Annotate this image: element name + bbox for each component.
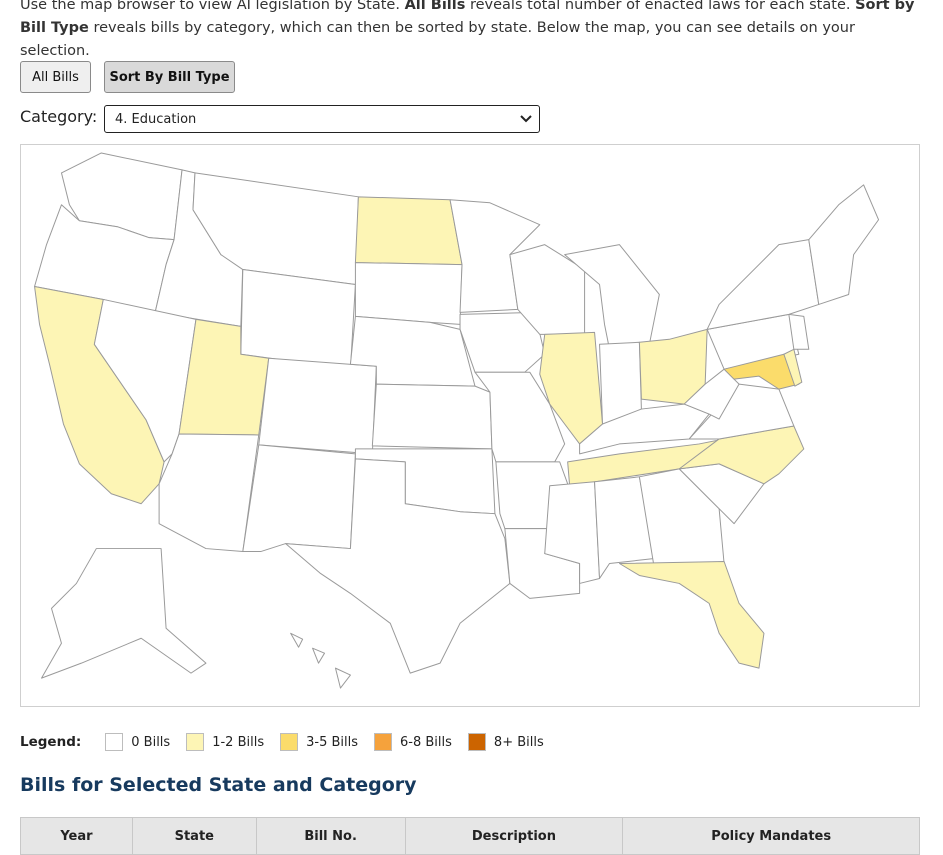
section-title: Bills for Selected State and Category (20, 774, 417, 796)
legend-swatch (374, 733, 393, 751)
state-wyoming[interactable] (240, 269, 356, 370)
chevron-down-icon (520, 115, 532, 123)
intro-text: Use the map browser to view AI legislati… (20, 0, 920, 63)
all-bills-button[interactable]: All Bills (20, 61, 91, 93)
state-new-mexico[interactable] (242, 444, 356, 553)
legend-label: 1-2 Bills (212, 734, 265, 750)
legend-swatch (105, 733, 124, 751)
state-south-dakota[interactable] (354, 262, 463, 325)
legend-label: 6-8 Bills (400, 734, 452, 750)
legend-swatch (467, 733, 486, 751)
category-selected-value: 4. Education (115, 111, 197, 127)
state-kansas[interactable] (371, 383, 493, 450)
legend-item: 3-5 Bills (280, 733, 358, 751)
category-label: Category: (20, 107, 98, 126)
legend-title: Legend: (20, 734, 82, 750)
state-hawaii[interactable] (290, 632, 351, 689)
intro-part: Use the map browser to view AI legislati… (20, 0, 405, 13)
legend-label: 3-5 Bills (306, 734, 359, 750)
sort-by-bill-type-button[interactable]: Sort By Bill Type (104, 61, 235, 93)
legend-item: 0 Bills (105, 733, 170, 751)
bills-table: Year State Bill No. Description Policy M… (20, 817, 920, 855)
category-select[interactable]: 4. Education (104, 105, 540, 133)
legend-label: 8+ Bills (493, 734, 544, 750)
legend-swatch (186, 733, 205, 751)
intro-part: reveals total number of enacted laws for… (465, 0, 856, 13)
state-florida[interactable] (618, 561, 765, 669)
legend-swatch (280, 733, 299, 751)
state-arizona[interactable] (158, 433, 260, 553)
legend: Legend: 0 Bills 1-2 Bills 3-5 Bills 6-8 … (20, 731, 560, 753)
us-map-svg (34, 152, 880, 689)
legend-item: 6-8 Bills (374, 733, 452, 751)
state-new-england[interactable] (808, 184, 880, 305)
legend-item: 1-2 Bills (186, 733, 264, 751)
legend-label: 0 Bills (131, 734, 171, 750)
intro-bold-all-bills: All Bills (404, 0, 466, 13)
legend-item: 8+ Bills (467, 733, 544, 751)
us-map (20, 144, 920, 707)
state-north-dakota[interactable] (354, 196, 463, 266)
state-colorado[interactable] (258, 357, 377, 455)
intro-part: reveals bills by category, which can the… (20, 20, 855, 59)
state-alaska[interactable] (41, 548, 207, 679)
